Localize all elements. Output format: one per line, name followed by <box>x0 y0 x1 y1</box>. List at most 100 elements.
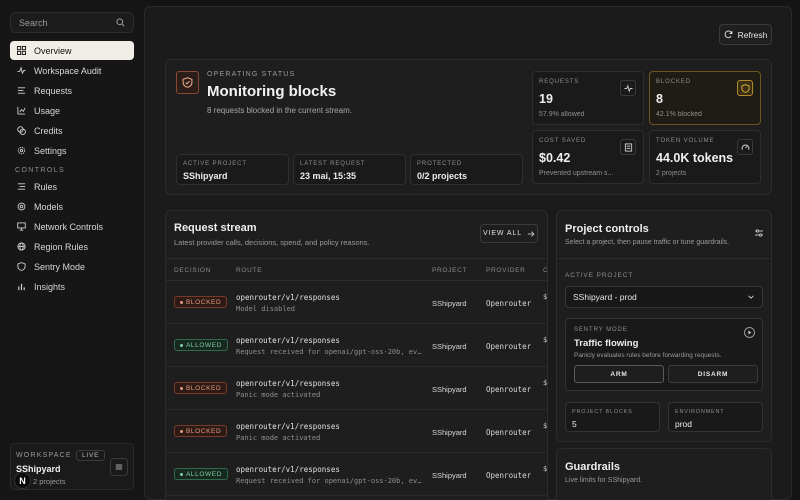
guardrails-subtitle: Live limits for SShipyard. <box>565 477 643 484</box>
project: SShipyard <box>432 428 467 437</box>
project-blocks-label: PROJECT BLOCKS <box>572 409 633 415</box>
active-project-label: ACTIVE PROJECT <box>565 272 634 279</box>
active-project-select[interactable]: SShipyard - prod <box>565 286 763 308</box>
search-placeholder: Search <box>19 17 48 28</box>
main-panel: Refresh OPERATING STATUS Monitoring bloc… <box>144 6 792 500</box>
project: SShipyard <box>432 342 467 351</box>
coins-icon <box>17 126 26 135</box>
view-all-label: VIEW ALL <box>482 230 523 237</box>
pulse-icon <box>620 80 636 96</box>
shield-icon <box>737 80 753 96</box>
search-input[interactable]: Search <box>10 12 134 33</box>
decision-badge: BLOCKED <box>174 296 228 308</box>
stat-sub: 57.9% allowed <box>539 111 585 118</box>
sidebar-item-insights[interactable]: Insights <box>10 277 134 296</box>
sidebar-item-network-controls[interactable]: Network Controls <box>10 217 134 236</box>
reason: Panic mode activated <box>236 391 321 399</box>
guardrails-title: Guardrails <box>565 461 621 473</box>
blocked-stat: BLOCKED 8 42.1% blocked <box>649 71 761 125</box>
sliders-icon[interactable] <box>754 228 764 241</box>
bar-chart-icon <box>18 283 25 291</box>
sidebar-item-label: Network Controls <box>34 221 104 232</box>
route: openrouter/v1/responses <box>236 293 340 302</box>
table-header: DECISION ROUTE PROJECT PROVIDER C <box>166 258 547 281</box>
decision-badge: BLOCKED <box>174 382 228 394</box>
refresh-label: Refresh <box>737 29 768 40</box>
sidebar-item-region-rules[interactable]: Region Rules <box>10 237 134 256</box>
sidebar-item-sentry-mode[interactable]: Sentry Mode <box>10 257 134 276</box>
stat-label: COST SAVED <box>539 138 587 144</box>
sidebar-item-credits[interactable]: Credits <box>10 121 134 140</box>
sidebar-item-rules[interactable]: Rules <box>10 177 134 196</box>
refresh-button[interactable]: Refresh <box>719 24 772 45</box>
table-row[interactable]: BLOCKED openrouter/v1/responses Panic mo… <box>166 367 548 410</box>
token-volume-stat: TOKEN VOLUME 44.0K tokens 2 projects <box>649 130 761 184</box>
provider: Openrouter <box>486 299 532 308</box>
provider: Openrouter <box>486 385 532 394</box>
mini-value: 23 mai, 15:35 <box>300 171 357 181</box>
sidebar: Search Overview Workspace Audit Requests… <box>0 0 144 500</box>
play-icon[interactable] <box>744 327 755 338</box>
environment-value: prod <box>675 419 693 429</box>
mini-label: ACTIVE PROJECT <box>183 161 247 167</box>
sidebar-item-label: Region Rules <box>34 241 89 252</box>
stat-label: TOKEN VOLUME <box>656 138 715 144</box>
status-shield-icon <box>176 71 199 94</box>
provider: Openrouter <box>486 342 532 351</box>
sentry-mode-card: SENTRY MODE Traffic flowing Panicly eval… <box>565 318 763 391</box>
requests-stat: REQUESTS 19 57.9% allowed <box>532 71 644 125</box>
view-all-button[interactable]: VIEW ALL <box>480 224 538 243</box>
gear-icon <box>17 146 26 155</box>
controls-title: Project controls <box>565 223 649 235</box>
arm-button[interactable]: ARM <box>574 365 664 383</box>
environment-label: ENVIRONMENT <box>675 409 725 415</box>
cost: $ <box>543 336 548 344</box>
sidebar-item-label: Sentry Mode <box>34 261 86 272</box>
gauge-icon <box>737 139 753 155</box>
column-header: ROUTE <box>236 267 263 274</box>
project: SShipyard <box>432 385 467 394</box>
controls-subtitle: Select a project, then pause traffic or … <box>565 239 730 246</box>
column-header: PROVIDER <box>486 267 526 274</box>
status-kicker: OPERATING STATUS <box>207 71 296 78</box>
stat-sub: 2 projects <box>656 170 687 177</box>
reason: Panic mode activated <box>236 434 321 442</box>
column-header: PROJECT <box>432 267 468 274</box>
chevron-down-icon <box>748 295 754 299</box>
stat-sub: 42.1% blocked <box>656 111 702 118</box>
workspace-card[interactable]: WORKSPACE LIVE SShipyard 2 projects N <box>10 443 134 490</box>
divider <box>557 258 771 259</box>
workspace-menu-button[interactable] <box>110 458 128 476</box>
project: SShipyard <box>432 471 467 480</box>
sidebar-item-requests[interactable]: Requests <box>10 81 134 100</box>
table-row[interactable]: ALLOWED openrouter/v1/responses Request … <box>166 453 547 496</box>
mini-label: LATEST REQUEST <box>300 161 366 167</box>
sidebar-item-overview[interactable]: Overview <box>10 41 134 60</box>
sidebar-item-label: Overview <box>34 45 72 56</box>
select-value: SShipyard - prod <box>573 292 637 302</box>
disarm-button[interactable]: DISARM <box>668 365 758 383</box>
arrow-right-icon <box>527 230 535 237</box>
controls-section-label: CONTROLS <box>15 167 66 174</box>
route: openrouter/v1/responses <box>236 379 340 388</box>
reason: Request received for openai/gpt-oss-20b,… <box>236 348 422 356</box>
table-row[interactable]: BLOCKED openrouter/v1/responses Model di… <box>166 281 547 324</box>
sidebar-item-settings[interactable]: Settings <box>10 141 134 160</box>
provider: Openrouter <box>486 471 532 480</box>
stat-sub: Prevented upstream s... <box>539 170 614 177</box>
cost: $ <box>543 379 548 387</box>
sidebar-item-workspace-audit[interactable]: Workspace Audit <box>10 61 134 80</box>
table-row[interactable]: ALLOWED openrouter/v1/responses Request … <box>166 324 548 367</box>
cost: $ <box>543 422 548 430</box>
sidebar-item-label: Credits <box>34 125 63 136</box>
receipt-icon <box>620 139 636 155</box>
decision-badge: ALLOWED <box>174 468 228 480</box>
sidebar-item-usage[interactable]: Usage <box>10 101 134 120</box>
sidebar-item-models[interactable]: Models <box>10 197 134 216</box>
stream-subtitle: Latest provider calls, decisions, spend,… <box>174 238 370 247</box>
workspace-logo: N <box>14 472 31 489</box>
table-row[interactable]: BLOCKED openrouter/v1/responses Panic mo… <box>166 410 548 453</box>
sidebar-item-label: Settings <box>34 145 67 156</box>
sidebar-item-label: Requests <box>34 85 73 96</box>
sentry-label: SENTRY MODE <box>574 327 628 333</box>
